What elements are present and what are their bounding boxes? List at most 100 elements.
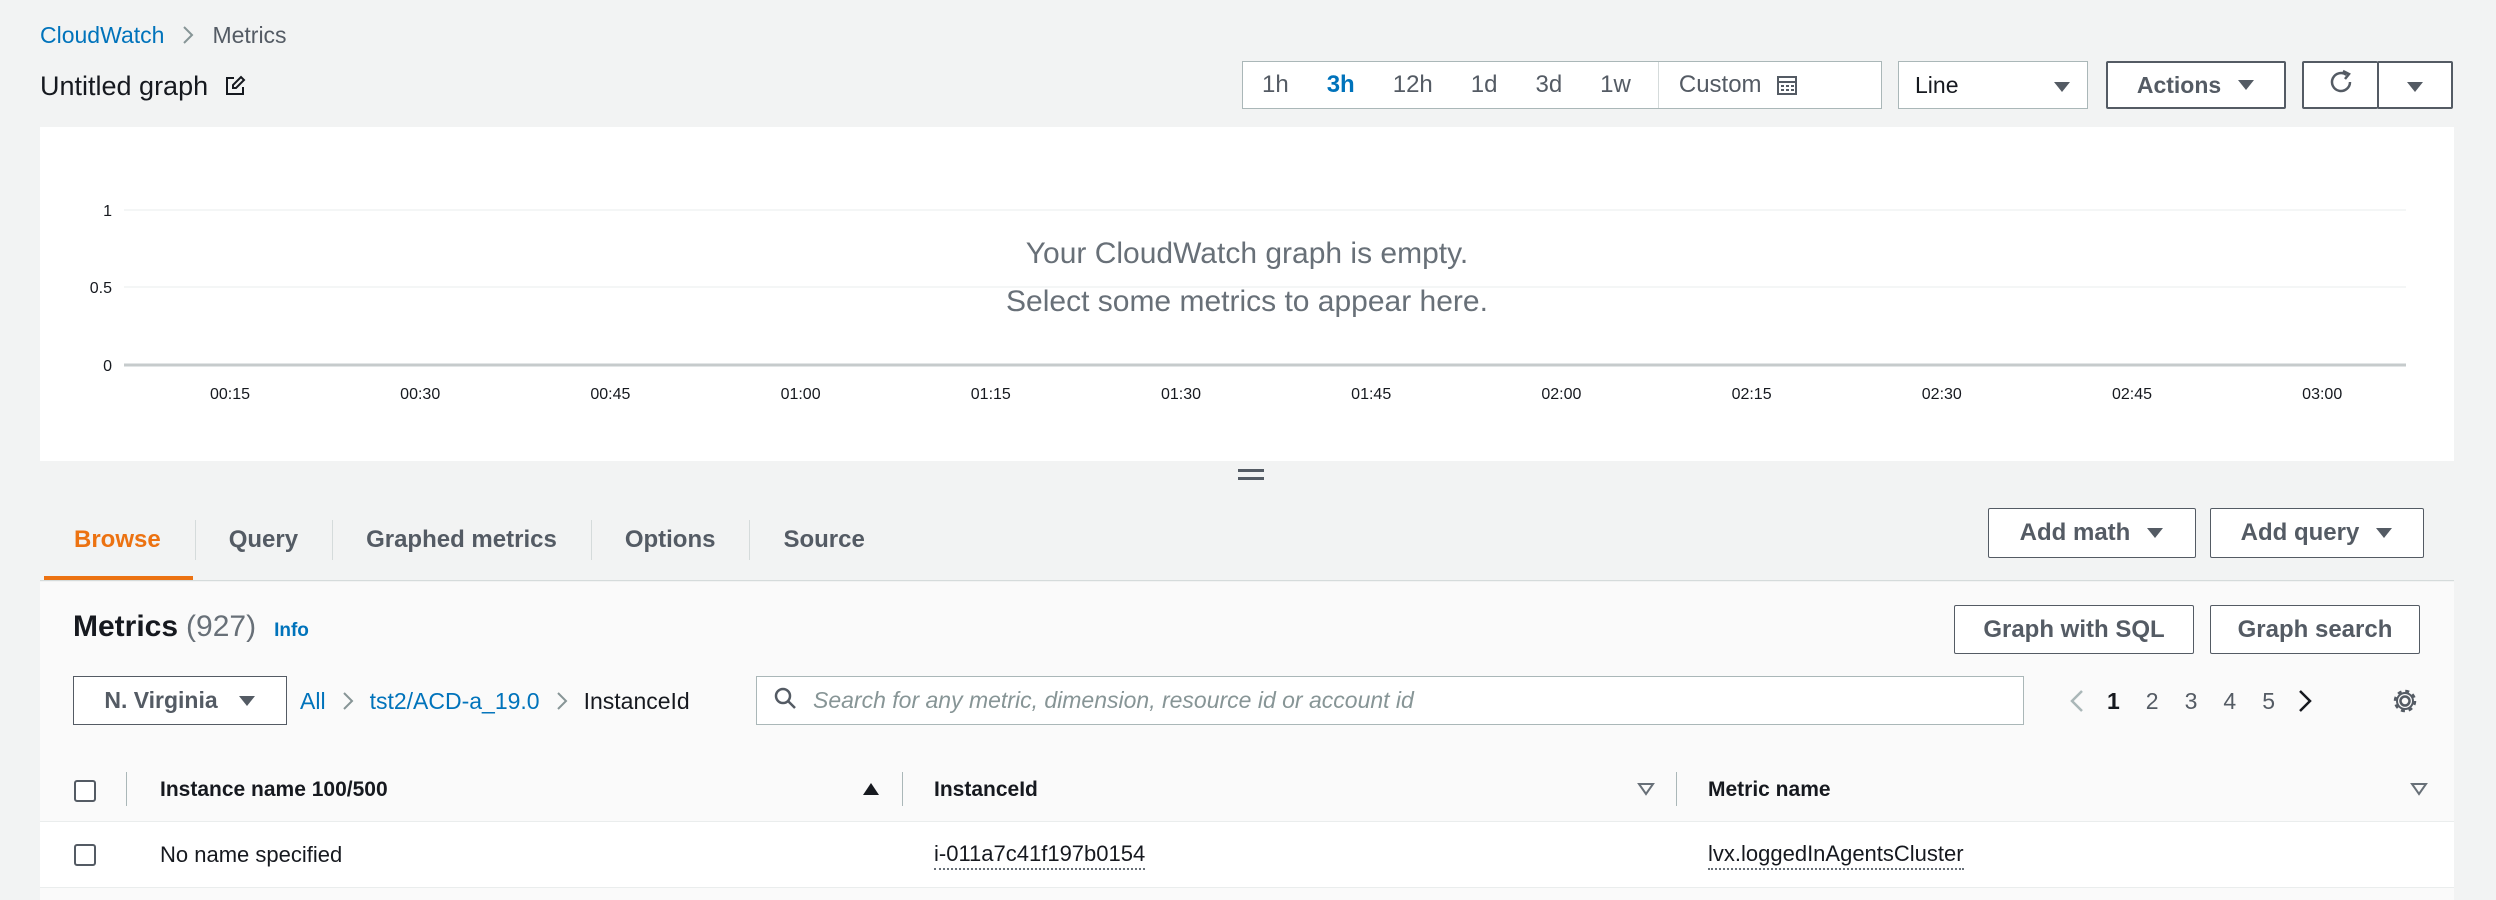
time-range-1d[interactable]: 1d bbox=[1452, 62, 1517, 108]
edit-icon[interactable] bbox=[224, 75, 246, 97]
row-checkbox[interactable] bbox=[74, 844, 96, 866]
search-icon bbox=[773, 686, 797, 715]
cell-instance-name: No name specified bbox=[160, 842, 343, 867]
tab-graphed-metrics[interactable]: Graphed metrics bbox=[332, 500, 591, 580]
table-header bbox=[40, 760, 2454, 822]
column-divider bbox=[902, 772, 903, 806]
pagination: 1 2 3 4 5 bbox=[2060, 682, 2322, 720]
time-range-custom[interactable]: Custom bbox=[1657, 62, 1817, 108]
graph-search-button[interactable]: Graph search bbox=[2210, 605, 2420, 654]
custom-label: Custom bbox=[1678, 71, 1762, 98]
calendar-icon bbox=[1776, 74, 1798, 96]
path-all-link[interactable]: All bbox=[300, 688, 326, 715]
caret-down-icon bbox=[2237, 79, 2255, 91]
sort-ascending-icon[interactable] bbox=[862, 782, 880, 801]
refresh-button[interactable] bbox=[2302, 61, 2378, 109]
y-tick-label: 1 bbox=[103, 203, 112, 220]
time-range-1w[interactable]: 1w bbox=[1581, 62, 1650, 108]
x-tick-label: 00:30 bbox=[400, 386, 440, 403]
breadcrumb-current: Metrics bbox=[212, 21, 287, 48]
actions-label: Actions bbox=[2136, 71, 2222, 98]
metric-search-box bbox=[756, 676, 2024, 725]
actions-button[interactable]: Actions bbox=[2106, 61, 2286, 109]
metrics-title: Metrics bbox=[73, 610, 179, 643]
breadcrumb: CloudWatch Metrics bbox=[40, 20, 287, 50]
add-query-label: Add query bbox=[2240, 519, 2360, 546]
caret-down-icon bbox=[2375, 527, 2393, 539]
column-divider bbox=[126, 772, 127, 806]
sort-descending-icon[interactable] bbox=[2410, 782, 2428, 801]
graph-title-text: Untitled graph bbox=[40, 70, 209, 101]
x-tick-label: 01:30 bbox=[1161, 386, 1201, 403]
gear-icon[interactable] bbox=[2390, 686, 2420, 716]
metric-name-text: lvx.loggedInAgentsCluster bbox=[1708, 840, 1964, 870]
sort-descending-icon[interactable] bbox=[1637, 782, 1655, 801]
graph-type-select[interactable]: Line bbox=[1898, 61, 2088, 109]
empty-message-line-1: Your CloudWatch graph is empty. bbox=[1025, 237, 1469, 270]
region-value: N. Virginia bbox=[104, 687, 218, 713]
x-tick-label: 02:45 bbox=[2112, 386, 2152, 403]
caret-down-icon bbox=[2053, 72, 2071, 99]
x-tick-label: 01:45 bbox=[1351, 386, 1391, 403]
handle-line bbox=[1238, 468, 1264, 472]
time-range-1h[interactable]: 1h bbox=[1243, 62, 1308, 108]
x-tick-label: 02:00 bbox=[1541, 386, 1581, 403]
graph-type-value: Line bbox=[1915, 71, 1959, 98]
info-link[interactable]: Info bbox=[274, 620, 309, 642]
cell-instance-id[interactable]: i-011a7c41f197b0154 bbox=[934, 838, 1146, 872]
resize-handle[interactable] bbox=[1238, 462, 1264, 486]
page-4[interactable]: 4 bbox=[2210, 688, 2249, 715]
x-tick-label: 01:15 bbox=[971, 386, 1011, 403]
caret-down-icon bbox=[2146, 527, 2164, 539]
graph-with-sql-button[interactable]: Graph with SQL bbox=[1954, 605, 2194, 654]
path-namespace-link[interactable]: tst2/ACD-a_19.0 bbox=[370, 688, 540, 715]
tab-query[interactable]: Query bbox=[194, 500, 332, 580]
x-tick-label: 00:45 bbox=[590, 386, 630, 403]
time-range-3d[interactable]: 3d bbox=[1516, 62, 1581, 108]
time-range-3h[interactable]: 3h bbox=[1308, 62, 1374, 108]
refresh-icon bbox=[2327, 68, 2355, 102]
x-tick-label: 03:00 bbox=[2302, 386, 2342, 403]
metric-search-input[interactable] bbox=[813, 687, 1963, 714]
y-tick-label: 0 bbox=[103, 358, 112, 375]
page-3[interactable]: 3 bbox=[2172, 688, 2211, 715]
page-5[interactable]: 5 bbox=[2249, 688, 2288, 715]
handle-line bbox=[1238, 476, 1264, 480]
column-header-instance-name[interactable]: Instance name 100/500 bbox=[160, 774, 388, 806]
table-row[interactable] bbox=[40, 822, 2454, 888]
x-tick-label: 02:30 bbox=[1922, 386, 1962, 403]
add-math-button[interactable]: Add math bbox=[1988, 508, 2196, 558]
x-tick-label: 02:15 bbox=[1732, 386, 1772, 403]
page-title: Untitled graph bbox=[40, 66, 246, 106]
tab-source[interactable]: Source bbox=[749, 500, 898, 580]
add-query-button[interactable]: Add query bbox=[2210, 508, 2424, 558]
chevron-right-icon bbox=[342, 691, 354, 711]
caret-down-icon bbox=[238, 695, 256, 707]
caret-down-icon bbox=[2406, 72, 2424, 99]
chevron-right-icon bbox=[556, 691, 568, 711]
tabs-divider bbox=[40, 580, 2454, 581]
tab-options[interactable]: Options bbox=[590, 500, 750, 580]
region-select[interactable]: N. Virginia bbox=[73, 676, 287, 725]
column-divider bbox=[1676, 772, 1677, 806]
page-2[interactable]: 2 bbox=[2133, 688, 2172, 715]
empty-graph-message: Your CloudWatch graph is empty. Select s… bbox=[40, 230, 2454, 326]
time-range-selector: 1h 3h 12h 1d 3d 1w Custom bbox=[1242, 61, 1882, 109]
metric-path-breadcrumb: All tst2/ACD-a_19.0 InstanceId bbox=[300, 682, 690, 720]
column-header-instance-id[interactable]: InstanceId bbox=[934, 774, 1038, 806]
tab-bar: Browse Query Graphed metrics Options Sou… bbox=[40, 500, 899, 580]
tab-browse[interactable]: Browse bbox=[40, 500, 195, 580]
cell-metric-name[interactable]: lvx.loggedInAgentsCluster bbox=[1708, 838, 1964, 872]
metrics-count: (927) bbox=[186, 610, 257, 643]
time-range-12h[interactable]: 12h bbox=[1374, 62, 1452, 108]
x-tick-label: 01:00 bbox=[781, 386, 821, 403]
column-header-metric-name[interactable]: Metric name bbox=[1708, 774, 1831, 806]
select-all-checkbox[interactable] bbox=[74, 780, 96, 802]
refresh-interval-button[interactable] bbox=[2377, 61, 2453, 109]
page-1[interactable]: 1 bbox=[2094, 688, 2133, 715]
instance-id-text: i-011a7c41f197b0154 bbox=[934, 840, 1146, 870]
breadcrumb-link-cloudwatch[interactable]: CloudWatch bbox=[40, 22, 164, 49]
chevron-left-icon[interactable] bbox=[2060, 689, 2094, 713]
chevron-right-icon[interactable] bbox=[2288, 689, 2322, 713]
chevron-right-icon bbox=[182, 25, 194, 45]
